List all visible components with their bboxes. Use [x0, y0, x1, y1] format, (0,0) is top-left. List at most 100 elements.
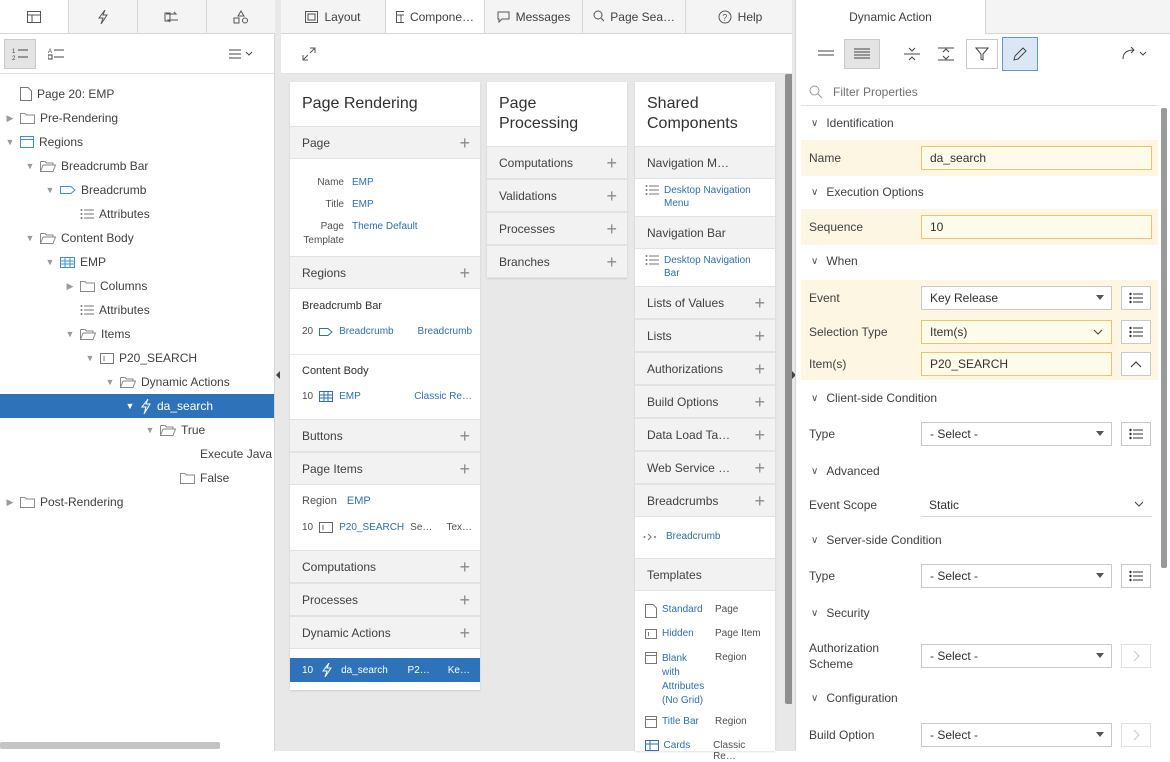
component-view-button[interactable]: A: [40, 39, 72, 69]
collapse-toggle-icon[interactable]: ▶: [4, 497, 16, 508]
edit-mode-button[interactable]: [1002, 37, 1038, 71]
add-proc-computation-icon[interactable]: +: [606, 154, 617, 172]
tree-node[interactable]: ▼ True: [0, 418, 274, 442]
template-row[interactable]: Standard Page: [645, 604, 769, 618]
template-row[interactable]: Hidden Page Item: [645, 628, 769, 640]
filter-button[interactable]: [966, 39, 998, 69]
proc-computations-section[interactable]: Computations +: [487, 146, 627, 179]
collapse-toggle-icon[interactable]: ▶: [4, 113, 16, 124]
add-lov-icon[interactable]: +: [754, 294, 765, 312]
template-row[interactable]: Cards Classic Re…: [645, 740, 769, 762]
add-build-option-icon[interactable]: +: [754, 393, 765, 411]
nav-menu-link-2[interactable]: Menu: [664, 197, 751, 210]
tree-node[interactable]: ▶ Post-Rendering: [0, 490, 274, 514]
nav-menu-item[interactable]: Desktop Navigation Menu: [645, 184, 751, 210]
template-name[interactable]: Hidden: [662, 628, 710, 640]
event-list-button[interactable]: [1121, 286, 1151, 310]
tab-layout[interactable]: Layout: [281, 0, 386, 33]
group-server-side-condition[interactable]: ∨ Server-side Condition: [801, 525, 1158, 555]
expand-toggle-icon[interactable]: ▼: [44, 257, 56, 267]
buttons-section[interactable]: Buttons +: [290, 419, 480, 452]
nav-bar-link-1[interactable]: Desktop Navigation: [664, 254, 751, 267]
tab-dynamic-action[interactable]: Dynamic Action: [796, 0, 986, 34]
template-row[interactable]: Blank with Attributes (No Grid) Region: [645, 652, 769, 708]
collapse-all-button[interactable]: [896, 39, 928, 69]
tree-node[interactable]: ▼ Breadcrumb: [0, 178, 274, 202]
expand-toggle-icon[interactable]: ▼: [24, 233, 36, 243]
tree-node[interactable]: Page 20: EMP: [0, 82, 274, 106]
event-scope-select[interactable]: Static: [921, 493, 1152, 517]
page-section[interactable]: Page +: [290, 126, 480, 159]
processes-section[interactable]: Processes +: [290, 583, 480, 616]
add-page-icon[interactable]: +: [459, 134, 470, 152]
name-input[interactable]: da_search: [921, 146, 1152, 170]
expand-toggle-icon[interactable]: ▼: [144, 425, 156, 435]
tree-node[interactable]: Attributes: [0, 298, 274, 322]
breadcrumb-shared-item[interactable]: Breadcrumb: [643, 531, 720, 542]
expand-toggle-icon[interactable]: ▼: [24, 161, 36, 171]
expand-toggle-icon[interactable]: ▼: [64, 329, 76, 339]
dynamic-actions-section[interactable]: Dynamic Actions +: [290, 616, 480, 649]
lists-section[interactable]: Lists +: [635, 319, 775, 352]
expand-toggle-icon[interactable]: ▼: [124, 401, 136, 411]
add-item-icon[interactable]: +: [459, 460, 470, 478]
template-name[interactable]: Standard: [662, 604, 710, 618]
tree-menu-button[interactable]: [224, 39, 260, 69]
template-name-4[interactable]: (No Grid): [662, 694, 710, 708]
add-region-icon[interactable]: +: [459, 264, 470, 282]
tab-page-search[interactable]: Page Sea…: [583, 0, 686, 33]
left-horizontal-scrollbar[interactable]: [0, 742, 220, 749]
data-load-section[interactable]: Data Load Ta… +: [635, 418, 775, 451]
tree-node[interactable]: ▼ EMP: [0, 250, 274, 274]
tree-node[interactable]: ▶ Columns: [0, 274, 274, 298]
add-process-icon[interactable]: +: [459, 591, 470, 609]
web-service-section[interactable]: Web Service … +: [635, 451, 775, 484]
page-template-link[interactable]: Theme Default: [352, 220, 418, 234]
property-scrollbar[interactable]: [1161, 108, 1167, 568]
tree-node[interactable]: Attributes: [0, 202, 274, 226]
tree-node[interactable]: ▼ Regions: [0, 130, 274, 154]
breadcrumb-shared-link[interactable]: Breadcrumb: [666, 531, 720, 542]
validations-section[interactable]: Validations +: [487, 179, 627, 212]
show-common-button[interactable]: [810, 39, 842, 69]
group-security[interactable]: ∨ Security: [801, 598, 1158, 628]
regions-section[interactable]: Regions +: [290, 256, 480, 289]
processing-tab[interactable]: [138, 0, 207, 33]
template-name[interactable]: Blank: [662, 652, 710, 666]
selection-type-select[interactable]: Item(s): [921, 320, 1112, 344]
build-options-section[interactable]: Build Options +: [635, 385, 775, 418]
navigation-bar-section[interactable]: Navigation Bar: [635, 216, 775, 249]
client-type-list-button[interactable]: [1121, 422, 1151, 446]
breadcrumb-type-link[interactable]: Breadcrumb: [418, 326, 472, 337]
navigation-menu-section[interactable]: Navigation M…: [635, 146, 775, 179]
item-link[interactable]: P20_SEARCH: [339, 522, 404, 533]
sequence-view-button[interactable]: 12: [4, 39, 36, 69]
nav-bar-item[interactable]: Desktop Navigation Bar: [645, 254, 751, 280]
add-button-icon[interactable]: +: [459, 427, 470, 445]
tab-help[interactable]: ? Help: [686, 0, 794, 33]
add-branch-icon[interactable]: +: [606, 253, 617, 271]
build-option-goto-button[interactable]: [1121, 723, 1151, 747]
tree-node[interactable]: ▶ Pre-Rendering: [0, 106, 274, 130]
item-row[interactable]: 10 P20_SEARCH Se… Tex…: [302, 522, 472, 533]
nav-menu-link-1[interactable]: Desktop Navigation: [664, 184, 751, 197]
template-row[interactable]: Title Bar Region: [645, 716, 769, 728]
proc-processes-section[interactable]: Processes +: [487, 212, 627, 245]
page-items-section[interactable]: Page Items +: [290, 452, 480, 485]
authorization-select[interactable]: - Select -: [921, 644, 1112, 668]
tree-node[interactable]: ▼ Dynamic Actions: [0, 370, 274, 394]
computations-section[interactable]: Computations +: [290, 550, 480, 583]
filter-properties-field[interactable]: Filter Properties: [801, 78, 1158, 106]
emp-type-link[interactable]: Classic Re…: [414, 391, 472, 402]
tree-node[interactable]: False: [0, 466, 274, 490]
add-breadcrumb-icon[interactable]: +: [754, 492, 765, 510]
shared-components-tab[interactable]: [207, 0, 275, 33]
breadcrumb-region-link[interactable]: Breadcrumb: [339, 326, 393, 337]
items-input[interactable]: P20_SEARCH: [921, 352, 1112, 376]
branches-section[interactable]: Branches +: [487, 245, 627, 278]
templates-section[interactable]: Templates: [635, 558, 775, 591]
page-name-link[interactable]: EMP: [352, 172, 418, 194]
selection-type-list-button[interactable]: [1121, 320, 1151, 344]
group-configuration[interactable]: ∨ Configuration: [801, 683, 1158, 713]
add-dynamic-action-icon[interactable]: +: [459, 624, 470, 642]
